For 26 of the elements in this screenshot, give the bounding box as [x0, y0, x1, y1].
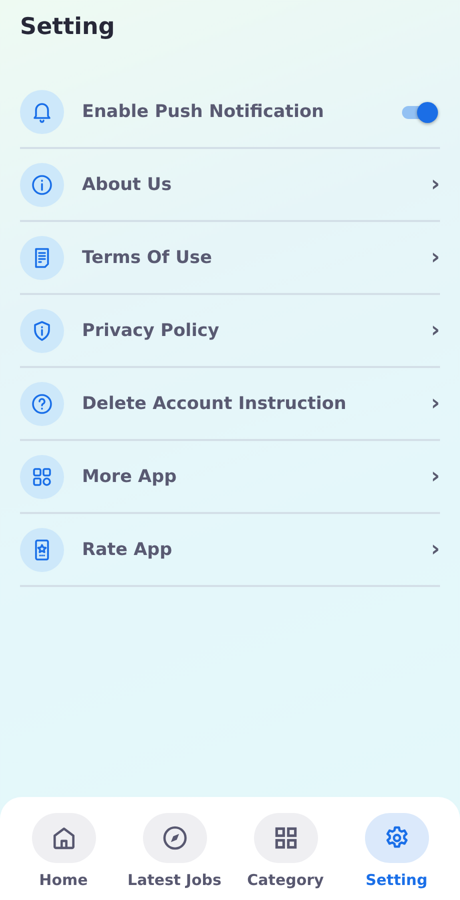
nav-label[interactable]: Latest Jobs: [128, 871, 222, 889]
chevron-icon[interactable]: ›: [430, 538, 440, 560]
nav-tab[interactable]: [364, 813, 428, 863]
nav-label[interactable]: Setting: [366, 871, 428, 889]
menu-item-label[interactable]: Terms Of Use: [82, 248, 212, 268]
nav-tab[interactable]: [32, 813, 96, 863]
nav-label[interactable]: Home: [39, 871, 88, 889]
nav-tab[interactable]: [142, 813, 206, 863]
toggle-switch[interactable]: [402, 102, 436, 122]
chevron-icon[interactable]: ›: [430, 320, 440, 342]
nav-tab[interactable]: [254, 813, 318, 863]
info-icon: [30, 172, 54, 196]
menu-item-label[interactable]: Enable Push Notification: [82, 102, 324, 122]
compass-icon: [160, 824, 188, 852]
page-title: Setting: [20, 14, 115, 40]
menu-item-label[interactable]: Rate App: [82, 540, 172, 560]
chevron-icon[interactable]: ›: [430, 466, 440, 488]
menu-item-label[interactable]: More App: [82, 466, 177, 486]
menu-item-label[interactable]: About Us: [82, 174, 172, 194]
chevron-icon[interactable]: ›: [430, 174, 440, 196]
nav-label[interactable]: Category: [247, 871, 324, 889]
menu-item-label[interactable]: Delete Account Instruction: [82, 394, 346, 414]
chevron-icon[interactable]: ›: [430, 246, 440, 268]
chevron-icon[interactable]: ›: [430, 392, 440, 414]
menu-item-label[interactable]: Privacy Policy: [82, 320, 220, 340]
question-icon: [30, 392, 54, 416]
